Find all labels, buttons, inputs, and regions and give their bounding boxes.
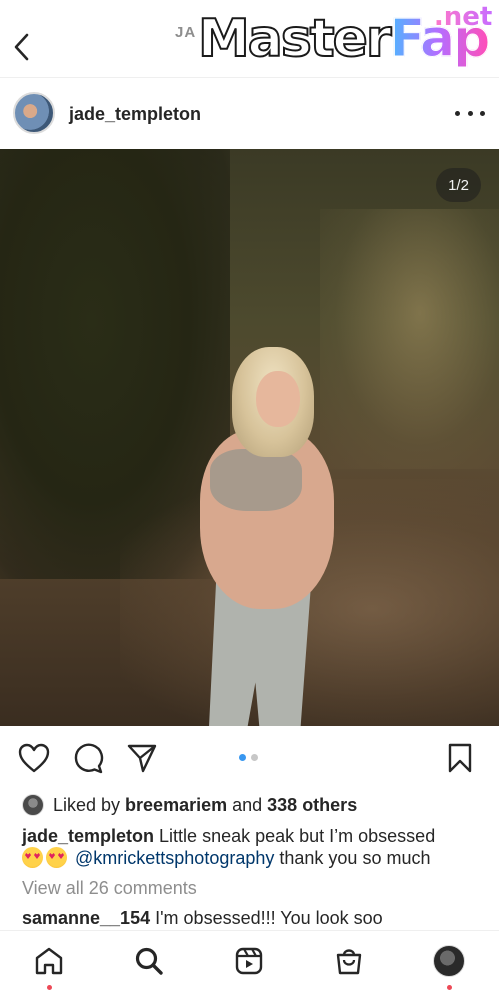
- heart-eyes-emoji-icon: [46, 847, 67, 868]
- bottom-navigation: [0, 930, 499, 1000]
- reels-icon: [235, 947, 263, 975]
- nav-shop[interactable]: [332, 943, 366, 979]
- chevron-left-icon: [14, 33, 29, 61]
- likes-user[interactable]: breemariem: [125, 795, 227, 816]
- more-dot-icon: [455, 110, 460, 116]
- nav-search[interactable]: [132, 943, 166, 979]
- home-notification-dot: [47, 985, 52, 990]
- watermark-suffix: .net: [433, 2, 493, 32]
- photo-light: [320, 209, 499, 469]
- top-bar: JA Master Fap .net: [0, 0, 499, 78]
- post-username[interactable]: jade_templeton: [69, 104, 201, 125]
- avatar[interactable]: [13, 92, 55, 134]
- comment-text: I'm obsessed!!! You look soo: [155, 908, 383, 928]
- page-title: JA: [175, 24, 197, 41]
- comment-preview: samanne__154 I'm obsessed!!! You look so…: [22, 908, 492, 929]
- back-button[interactable]: [6, 30, 36, 64]
- slide-counter: 1/2: [436, 168, 481, 202]
- carousel-dot-active: [239, 754, 246, 761]
- caption-username[interactable]: jade_templeton: [22, 826, 154, 846]
- carousel-indicator: [239, 754, 258, 761]
- photo-figure-top: [210, 449, 302, 511]
- comment-icon: [74, 743, 104, 774]
- likes-others[interactable]: 338 others: [267, 795, 357, 816]
- send-icon: [127, 744, 157, 773]
- caption-mention[interactable]: @kmrickettsphotography: [75, 848, 274, 868]
- post-header: jade_templeton: [0, 80, 499, 148]
- post-photo[interactable]: [0, 149, 499, 726]
- profile-avatar: [433, 945, 465, 977]
- bookmark-icon: [448, 743, 472, 773]
- likes-row[interactable]: Liked by breemariem and 338 others: [22, 792, 357, 818]
- home-icon: [35, 947, 63, 975]
- carousel-dot: [251, 754, 258, 761]
- shop-bag-icon: [336, 949, 362, 975]
- caption-suffix: thank you so much: [279, 848, 431, 868]
- caption-text: Little sneak peak but I’m obsessed: [159, 826, 436, 846]
- likes-joiner: and: [232, 794, 263, 815]
- view-all-comments-link[interactable]: View all 26 comments: [22, 878, 197, 899]
- like-button[interactable]: [16, 740, 52, 776]
- heart-icon: [18, 743, 50, 773]
- comment-username[interactable]: samanne__154: [22, 908, 150, 928]
- comment-button[interactable]: [70, 740, 106, 776]
- watermark-brand-a: Master: [197, 8, 393, 70]
- profile-notification-dot: [447, 985, 452, 990]
- save-button[interactable]: [442, 740, 478, 776]
- watermark-logo: Master Fap .net: [197, 2, 492, 74]
- likes-prefix: Liked by: [53, 794, 121, 815]
- photo-figure-face: [256, 371, 300, 427]
- more-dot-icon: [467, 110, 473, 116]
- post-caption: jade_templeton Little sneak peak but I’m…: [22, 825, 492, 869]
- search-icon: [135, 947, 163, 975]
- nav-home[interactable]: [32, 943, 66, 979]
- post-actions: [0, 728, 499, 788]
- heart-eyes-emoji-icon: [22, 847, 43, 868]
- liker-avatar: [22, 794, 44, 816]
- share-button[interactable]: [124, 740, 160, 776]
- more-dot-icon: [480, 110, 485, 116]
- more-options-button[interactable]: [455, 102, 485, 124]
- nav-profile[interactable]: [432, 943, 466, 979]
- nav-reels[interactable]: [232, 943, 266, 979]
